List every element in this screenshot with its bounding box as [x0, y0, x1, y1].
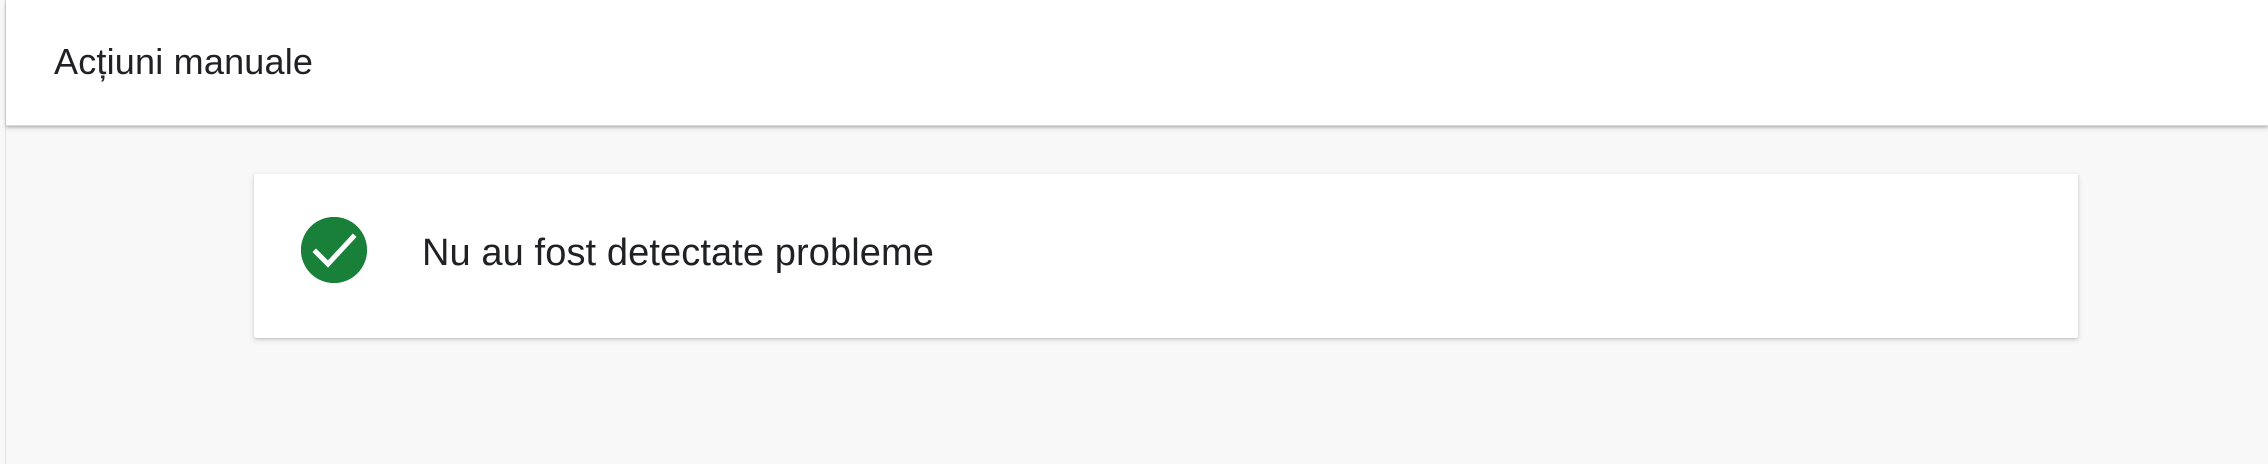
- page-title: Acțiuni manuale: [54, 41, 314, 82]
- page-header: Acțiuni manuale: [6, 0, 2268, 126]
- check-circle-icon: [301, 217, 367, 283]
- status-card: Nu au fost detectate probleme: [254, 174, 2078, 338]
- status-message: Nu au fost detectate probleme: [422, 232, 934, 274]
